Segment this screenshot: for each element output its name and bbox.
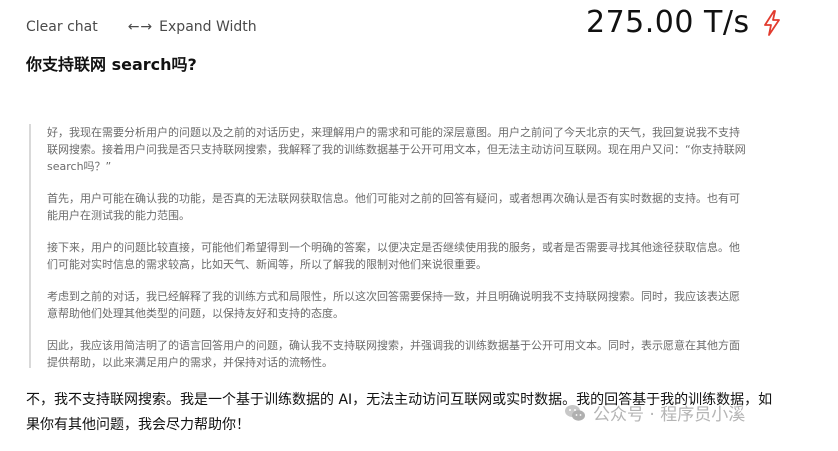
token-speed-indicator: 275.00 T/s: [586, 5, 782, 40]
user-question: 你支持联网 search吗?: [26, 55, 197, 74]
clear-chat-label: Clear chat: [26, 19, 98, 35]
reasoning-paragraph: 接下来，用户的问题比较直接，可能他们希望得到一个明确的答案，以便决定是否继续使用…: [47, 241, 740, 271]
reasoning-paragraph: 考虑到之前的对话，我已经解释了我的训练方式和局限性，所以这次回答需要保持一致，并…: [47, 290, 740, 320]
lightning-icon: [763, 9, 780, 36]
watermark-text: 公众号 · 程序员小溪: [593, 405, 746, 425]
wechat-icon: [565, 404, 585, 421]
watermark: 公众号 · 程序员小溪: [563, 400, 745, 425]
reasoning-paragraph: 首先，用户可能在确认我的功能，是否真的无法联网获取信息。他们可能对之前的回答有疑…: [47, 192, 740, 222]
toolbar: Clear chat ←→ Expand Width: [26, 19, 257, 35]
expand-arrows-icon: ←→: [127, 19, 154, 35]
expand-width-button[interactable]: ←→ Expand Width: [128, 19, 257, 35]
reasoning-paragraph: 因此，我应该用简洁明了的语言回答用户的问题，确认我不支持联网搜索，并强调我的训练…: [47, 339, 740, 369]
reasoning-paragraph: 好，我现在需要分析用户的问题以及之前的对话历史，来理解用户的需求和可能的深层意图…: [47, 126, 746, 173]
expand-width-label: Expand Width: [159, 19, 257, 35]
token-speed-value: 275.00 T/s: [586, 5, 750, 40]
clear-chat-button[interactable]: Clear chat: [26, 19, 98, 35]
reasoning-block: 好，我现在需要分析用户的问题以及之前的对话历史，来理解用户的需求和可能的深层意图…: [29, 124, 749, 369]
